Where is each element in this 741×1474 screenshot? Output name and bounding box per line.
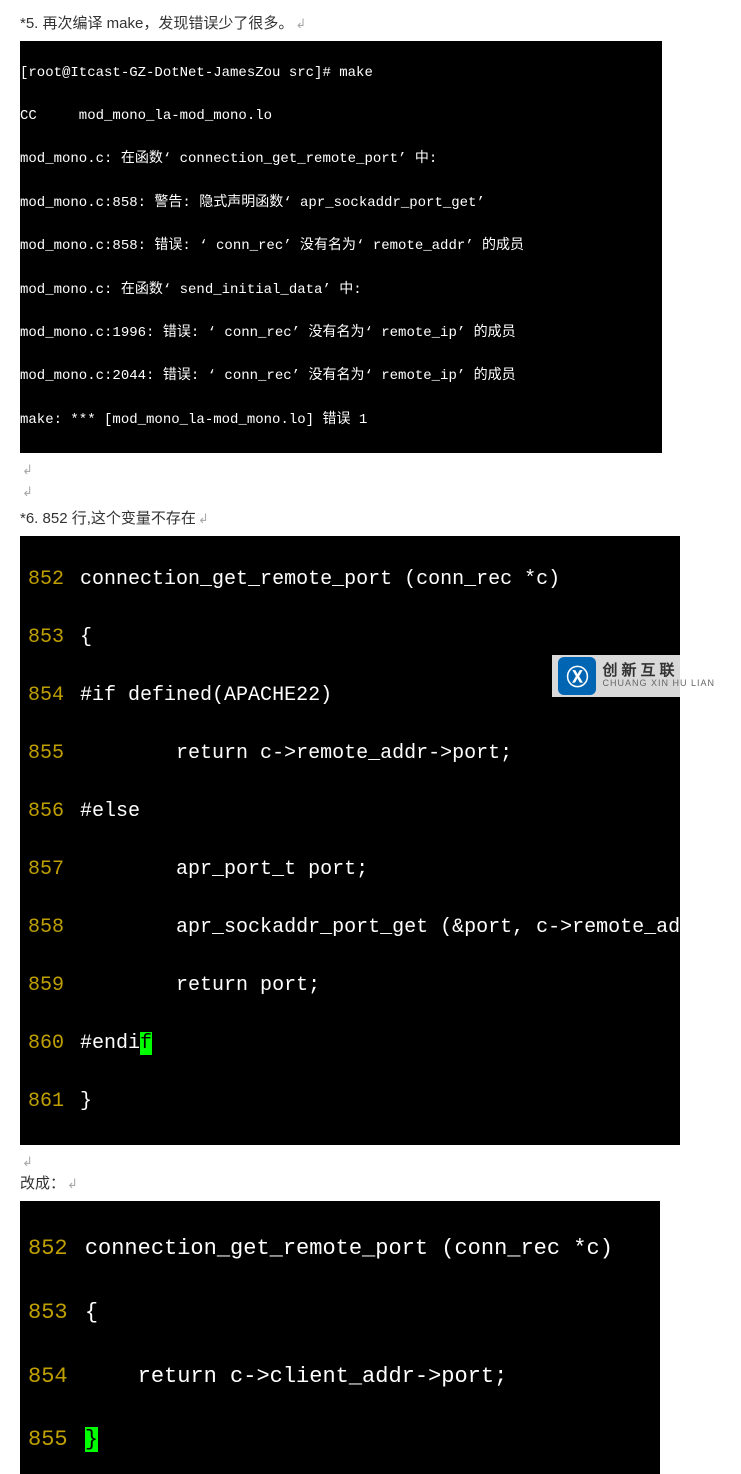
brand-logo-text: 创新互联 CHUANG XIN HU LIAN bbox=[602, 663, 715, 689]
code-text: } bbox=[80, 1090, 92, 1113]
change-to-text: 改成： bbox=[20, 1175, 65, 1192]
terminal-output-line: mod_mono.c:858: 错误: ‘ conn_rec’ 没有名为‘ re… bbox=[20, 236, 662, 258]
line-number: 859 bbox=[20, 974, 68, 997]
line-number: 853 bbox=[20, 626, 68, 649]
line-number: 852 bbox=[20, 1236, 72, 1261]
terminal-prompt-line: [root@Itcast-GZ-DotNet-JamesZou src]# ma… bbox=[20, 63, 662, 85]
brand-watermark: Ⓧ 创新互联 CHUANG XIN HU LIAN bbox=[552, 655, 721, 697]
line-number: 854 bbox=[20, 684, 68, 707]
section5-heading: *5. 再次编译 make，发现错误少了很多。↲ bbox=[20, 10, 721, 37]
line-number: 861 bbox=[20, 1090, 68, 1113]
line-number: 857 bbox=[20, 858, 68, 881]
line-number: 855 bbox=[20, 742, 68, 765]
terminal-make-output: [root@Itcast-GZ-DotNet-JamesZou src]# ma… bbox=[20, 41, 662, 453]
terminal-output-line: CC mod_mono_la-mod_mono.lo bbox=[20, 106, 662, 128]
editor-cursor: } bbox=[85, 1427, 98, 1452]
code-line: 861 } bbox=[20, 1087, 680, 1116]
code-line: 859 return port; bbox=[20, 971, 680, 1000]
terminal-output-line: mod_mono.c: 在函数‘ connection_get_remote_p… bbox=[20, 149, 662, 171]
brand-name-en: CHUANG XIN HU LIAN bbox=[602, 679, 715, 689]
code-text: return port; bbox=[80, 974, 320, 997]
terminal-output-line: mod_mono.c:858: 警告: 隐式声明函数‘ apr_sockaddr… bbox=[20, 193, 662, 215]
line-number: 852 bbox=[20, 568, 68, 591]
code-text: return c->client_addr->port; bbox=[85, 1364, 507, 1389]
brand-name-cn: 创新互联 bbox=[602, 663, 715, 680]
code-line: 852 connection_get_remote_port (conn_rec… bbox=[20, 1233, 660, 1265]
section5-title-text: *5. 再次编译 make，发现错误少了很多。 bbox=[20, 15, 293, 32]
code-line: 853 { bbox=[20, 623, 680, 652]
code-text: #endi bbox=[80, 1032, 140, 1055]
return-mark: ↲ bbox=[20, 484, 33, 499]
code-line: 852 connection_get_remote_port (conn_rec… bbox=[20, 565, 680, 594]
code-text: #else bbox=[80, 800, 140, 823]
section6-heading: *6. 852 行,这个变量不存在↲ bbox=[20, 505, 721, 532]
code-block-modified: 852 connection_get_remote_port (conn_rec… bbox=[20, 1201, 660, 1474]
code-line: 860 #endif bbox=[20, 1029, 680, 1058]
terminal-output-line: mod_mono.c:2044: 错误: ‘ conn_rec’ 没有名为‘ r… bbox=[20, 366, 662, 388]
return-mark: ↲ bbox=[20, 1154, 33, 1169]
code-text: { bbox=[80, 626, 92, 649]
line-number: 858 bbox=[20, 916, 68, 939]
return-mark: ↲ bbox=[293, 16, 306, 31]
code-line: 854 return c->client_addr->port; bbox=[20, 1361, 660, 1393]
terminal-output-line: make: *** [mod_mono_la-mod_mono.lo] 错误 1 bbox=[20, 410, 662, 432]
code-text: apr_sockaddr_port_get (&port, c->remote_… bbox=[80, 916, 728, 939]
line-number: 856 bbox=[20, 800, 68, 823]
code-text: connection_get_remote_port (conn_rec *c) bbox=[80, 568, 560, 591]
section6-title-text: *6. 852 行,这个变量不存在 bbox=[20, 510, 196, 527]
code-line: 855 } bbox=[20, 1424, 660, 1456]
return-mark: ↲ bbox=[20, 462, 33, 477]
change-to-heading: 改成：↲ bbox=[20, 1170, 721, 1197]
blank-line: ↲ bbox=[20, 478, 721, 505]
code-text: { bbox=[85, 1300, 98, 1325]
line-number: 853 bbox=[20, 1300, 72, 1325]
return-mark: ↲ bbox=[196, 511, 209, 526]
code-line: 858 apr_sockaddr_port_get (&port, c->rem… bbox=[20, 913, 680, 942]
terminal-output-line: mod_mono.c:1996: 错误: ‘ conn_rec’ 没有名为‘ r… bbox=[20, 323, 662, 345]
code-line: 857 apr_port_t port; bbox=[20, 855, 680, 884]
code-line: 853 { bbox=[20, 1297, 660, 1329]
code-text: connection_get_remote_port (conn_rec *c) bbox=[85, 1236, 613, 1261]
code-text: return c->remote_addr->port; bbox=[80, 742, 512, 765]
terminal-output-line: mod_mono.c: 在函数‘ send_initial_data’ 中: bbox=[20, 280, 662, 302]
brand-logo-icon: Ⓧ bbox=[558, 657, 596, 695]
line-number: 855 bbox=[20, 1427, 72, 1452]
line-number: 860 bbox=[20, 1032, 68, 1055]
line-number: 854 bbox=[20, 1364, 72, 1389]
editor-cursor: f bbox=[140, 1032, 152, 1055]
code-text: #if defined(APACHE22) bbox=[80, 684, 332, 707]
return-mark: ↲ bbox=[65, 1176, 78, 1191]
code-line: 855 return c->remote_addr->port; bbox=[20, 739, 680, 768]
code-text: apr_port_t port; bbox=[80, 858, 368, 881]
code-line: 856 #else bbox=[20, 797, 680, 826]
code-block-original: 852 connection_get_remote_port (conn_rec… bbox=[20, 536, 680, 1145]
